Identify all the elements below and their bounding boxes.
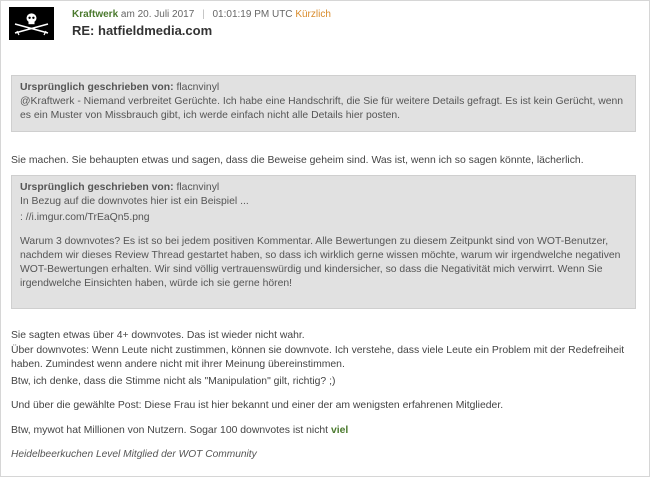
avatar[interactable] xyxy=(9,7,54,40)
recent-link[interactable]: Kürzlich xyxy=(295,9,331,20)
quote-user[interactable]: flacnvinyl xyxy=(176,182,219,193)
quote-block: Ursprünglich geschrieben von: flacnvinyl… xyxy=(11,75,636,132)
quote-text: Warum 3 downvotes? Es ist so bei jedem p… xyxy=(20,236,621,289)
paragraph: Über downvotes: Wenn Leute nicht zustimm… xyxy=(11,345,625,370)
post-time: 01:01:19 PM UTC xyxy=(212,9,293,20)
paragraph: Sie machen. Sie behaupten etwas und sage… xyxy=(11,155,584,166)
quote-link[interactable]: : //i.imgur.com/TrEaQn5.png xyxy=(20,211,627,225)
quote-label: Ursprünglich geschrieben von: xyxy=(20,182,174,193)
quote-header: Ursprünglich geschrieben von: flacnvinyl xyxy=(20,181,627,195)
quote-line: In Bezug auf die downvotes hier ist ein … xyxy=(20,196,249,207)
quote-text: @Kraftwerk - Niemand verbreitet Gerüchte… xyxy=(20,96,624,121)
paragraph: Und über die gewählte Post: Diese Frau i… xyxy=(11,400,504,411)
post-meta: Kraftwerk am 20. Juli 2017 | 01:01:19 PM… xyxy=(72,9,331,20)
paragraph: Sie sagten etwas über 4+ downvotes. Das … xyxy=(11,330,305,341)
quote-label: Ursprünglich geschrieben von: xyxy=(20,82,174,93)
paragraph: Btw, ich denke, dass die Stimme nicht al… xyxy=(11,376,336,387)
jolly-roger-icon xyxy=(9,7,54,40)
quote-user[interactable]: flacnvinyl xyxy=(176,82,219,93)
highlight-word: viel xyxy=(330,425,349,436)
paragraph-text: Btw, mywot hat Millionen von Nutzern. So… xyxy=(11,425,329,436)
paragraph: Btw, mywot hat Millionen von Nutzern. So… xyxy=(11,424,641,438)
author-link[interactable]: Kraftwerk xyxy=(72,9,118,20)
signature: Heidelbeerkuchen Level Mitglied der WOT … xyxy=(11,449,257,460)
quote-header: Ursprünglich geschrieben von: flacnvinyl xyxy=(20,81,627,95)
post-title: RE: hatfieldmedia.com xyxy=(72,23,213,38)
quote-block: Ursprünglich geschrieben von: flacnvinyl… xyxy=(11,175,636,309)
post-date: am 20. Juli 2017 xyxy=(120,9,195,20)
meta-divider: | xyxy=(202,9,205,20)
